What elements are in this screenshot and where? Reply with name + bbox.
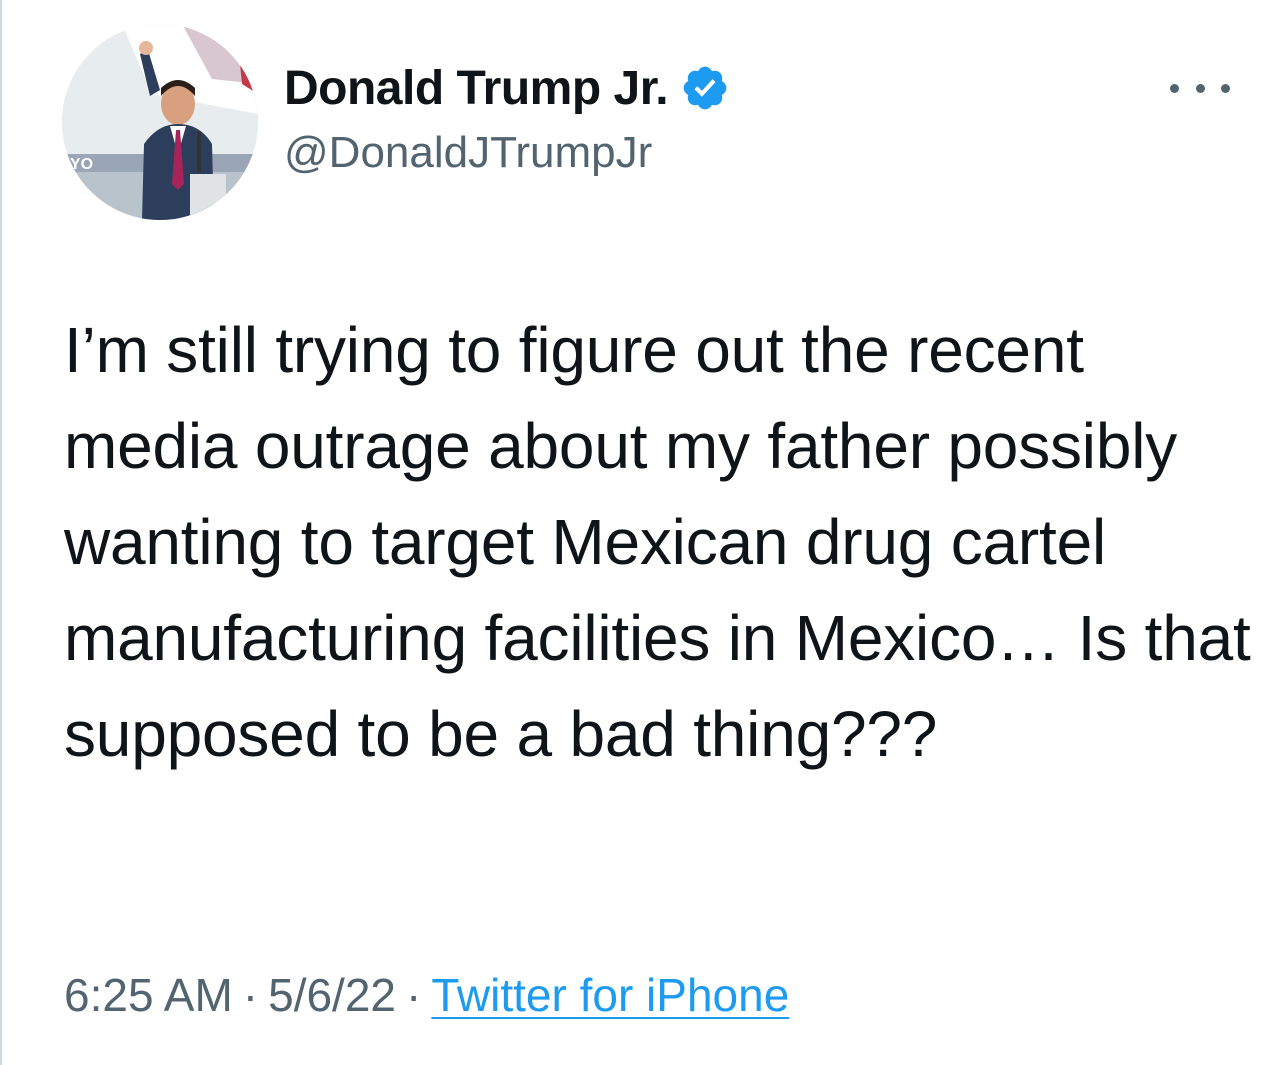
separator-dot: ·	[242, 969, 259, 1021]
more-options-icon[interactable]	[1170, 76, 1230, 100]
tweet-metadata: 6:25 AM · 5/6/22 · Twitter for iPhone	[64, 968, 789, 1022]
tweet-card: YO Donald Trump Jr. @DonaldJTrumpJr I’m …	[0, 0, 1284, 1065]
name-row: Donald Trump Jr.	[284, 56, 1084, 120]
user-handle[interactable]: @DonaldJTrumpJr	[284, 128, 1084, 178]
tweet-date[interactable]: 5/6/22	[268, 969, 396, 1021]
avatar[interactable]: YO	[62, 24, 258, 220]
tweet-text: I’m still trying to figure out the recen…	[64, 314, 1251, 770]
display-name[interactable]: Donald Trump Jr.	[284, 61, 669, 116]
avatar-banner-text: YO	[70, 156, 93, 173]
tweet-time[interactable]: 6:25 AM	[64, 969, 233, 1021]
more-dot	[1195, 83, 1205, 93]
author-info: Donald Trump Jr. @DonaldJTrumpJr	[284, 56, 1084, 178]
avatar-photo: YO	[62, 24, 258, 220]
more-dot	[1221, 83, 1230, 93]
verified-badge-icon	[683, 66, 727, 110]
more-dot	[1170, 83, 1179, 93]
tweet-source-link[interactable]: Twitter for iPhone	[431, 969, 789, 1021]
separator-dot: ·	[406, 969, 422, 1021]
